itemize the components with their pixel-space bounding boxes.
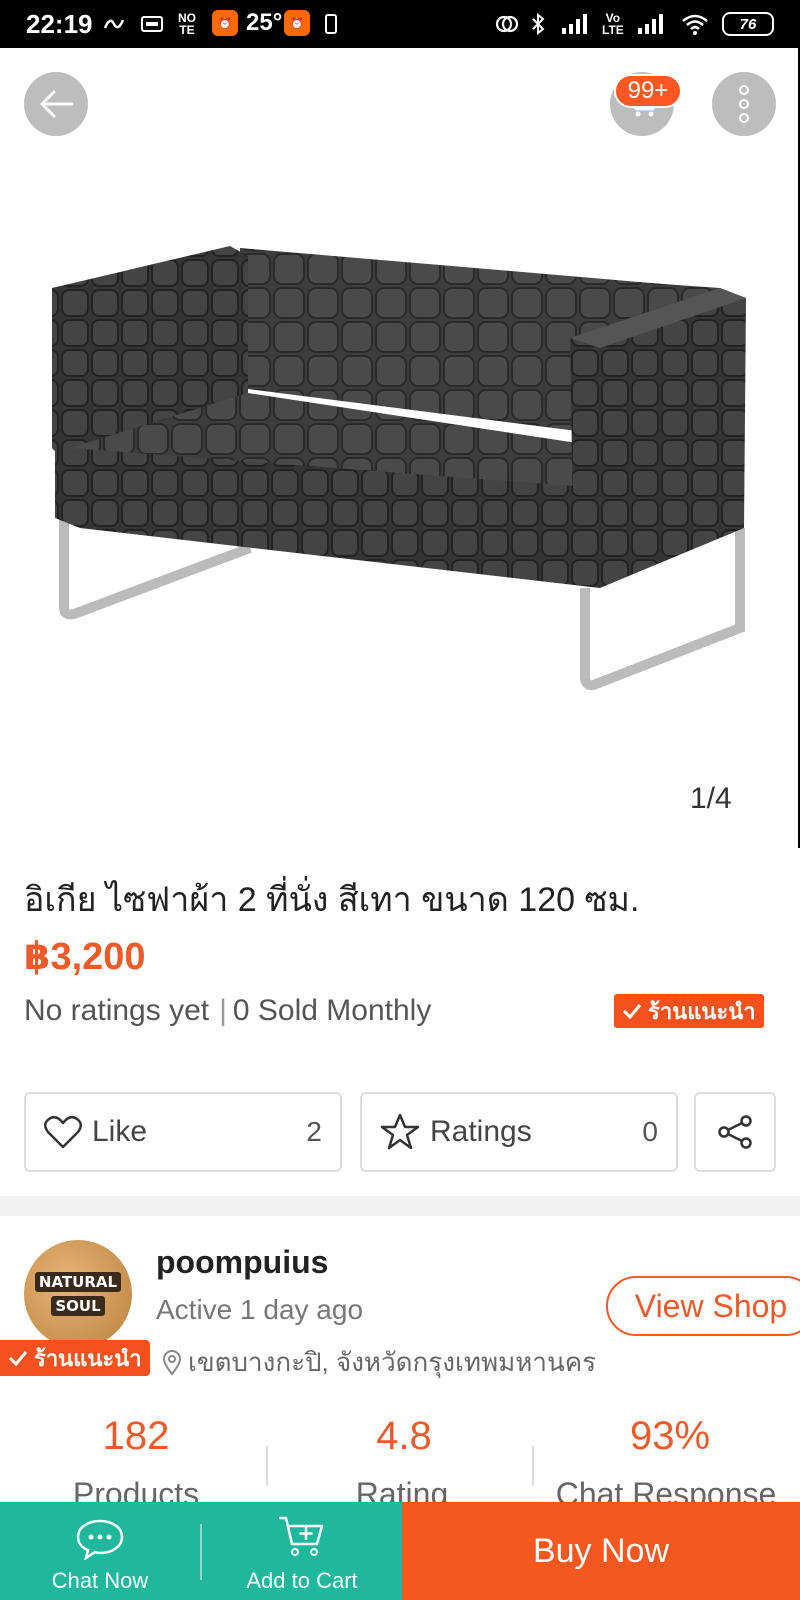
app-notification-icon: ⏰ (284, 10, 310, 36)
chat-bubble-icon (76, 1519, 124, 1560)
phone-icon (324, 10, 338, 38)
signal-icon (636, 10, 666, 38)
like-button[interactable]: Like 2 (24, 1092, 342, 1172)
view-shop-button[interactable]: View Shop (606, 1276, 800, 1336)
stat-chat-response-value: 93% (629, 1414, 711, 1458)
section-divider (0, 1196, 800, 1216)
status-time: 22:19 (26, 9, 93, 39)
shop-recommended-badge-label: ร้านแนะนำ (34, 1345, 142, 1371)
shop-location: เขตบางกะปิ, จังหวัดกรุงเทพมหานคร (162, 1342, 596, 1383)
share-button[interactable] (694, 1092, 776, 1172)
arrow-left-icon (40, 90, 74, 118)
ratings-text: No ratings yet (24, 994, 210, 1027)
like-label: Like (92, 1115, 148, 1148)
image-counter: 1/4 (690, 782, 732, 815)
location-pin-icon (162, 1349, 182, 1376)
share-icon (718, 1115, 752, 1149)
link-icon (102, 10, 126, 38)
shop-location-text: เขตบางกะปิ, จังหวัดกรุงเทพมหานคร (188, 1347, 597, 1377)
shop-name[interactable]: poompuius (156, 1244, 328, 1281)
sync-icon (494, 10, 520, 38)
stat-rating-value: 4.8 (376, 1414, 432, 1458)
shop-recommended-badge: ร้านแนะนำ (0, 1340, 150, 1376)
more-options-button[interactable] (712, 72, 776, 136)
heart-icon (44, 1115, 82, 1149)
no-te-icon: NO TE (178, 11, 196, 37)
recommended-shop-badge-label: ร้านแนะนำ (648, 998, 756, 1024)
status-temperature: 25° (246, 9, 283, 36)
volte-icon: Vo LTE (602, 11, 624, 37)
product-image-gallery[interactable]: 1/4 (0, 48, 800, 848)
chat-now-label: Chat Now (51, 1568, 149, 1593)
stat-products-value: 182 (102, 1414, 170, 1458)
add-to-cart-label: Add to Cart (246, 1568, 358, 1593)
shop-avatar[interactable]: NATURAL SOUL (24, 1240, 132, 1348)
signal-icon (560, 10, 590, 38)
product-photo (52, 246, 746, 691)
shop-active-status: Active 1 day ago (156, 1294, 364, 1325)
ratings-count: 0 (642, 1116, 658, 1147)
rating-summary: No ratings yet | 0 Sold Monthly (24, 994, 432, 1027)
bluetooth-icon (530, 10, 546, 38)
back-button[interactable] (24, 72, 88, 136)
check-icon (622, 1004, 642, 1019)
recommended-shop-badge: ร้านแนะนำ (614, 994, 764, 1028)
wifi-icon (680, 10, 710, 38)
stat-divider (532, 1446, 534, 1486)
star-icon (380, 1113, 420, 1150)
sold-text: 0 Sold Monthly (232, 994, 432, 1027)
shop-logo-text: SOUL (51, 1296, 105, 1316)
add-cart-icon (279, 1516, 324, 1556)
ratings-button[interactable]: Ratings 0 (360, 1092, 678, 1172)
add-to-cart-button[interactable]: Add to Cart (202, 1502, 402, 1600)
product-title: อิเกีย ไซฟาผ้า 2 ที่นั่ง สีเทา ขนาด 120 … (24, 881, 640, 919)
chat-now-button[interactable]: Chat Now (0, 1502, 200, 1600)
app-notification-icon: ⏰ (212, 10, 238, 36)
product-price: ฿3,200 (24, 936, 146, 978)
bottom-action-bar: Chat Now Add to Cart Buy Now (0, 1502, 800, 1600)
shop-logo-text: NATURAL (34, 1272, 122, 1292)
cart-count-badge: 99+ (614, 74, 682, 108)
stat-divider (266, 1446, 268, 1486)
status-bar: 22:19 NO TE ⏰ 25° ⏰ Vo LTE 76 (0, 0, 800, 48)
bottom-left-group: Chat Now Add to Cart (0, 1502, 402, 1600)
check-icon (8, 1351, 28, 1366)
more-vertical-icon (739, 85, 749, 123)
ratings-label: Ratings (430, 1115, 532, 1148)
like-count: 2 (306, 1116, 322, 1147)
voicemail-icon (140, 10, 164, 38)
buy-now-button[interactable]: Buy Now (402, 1502, 800, 1600)
battery-indicator: 76 (722, 12, 774, 36)
